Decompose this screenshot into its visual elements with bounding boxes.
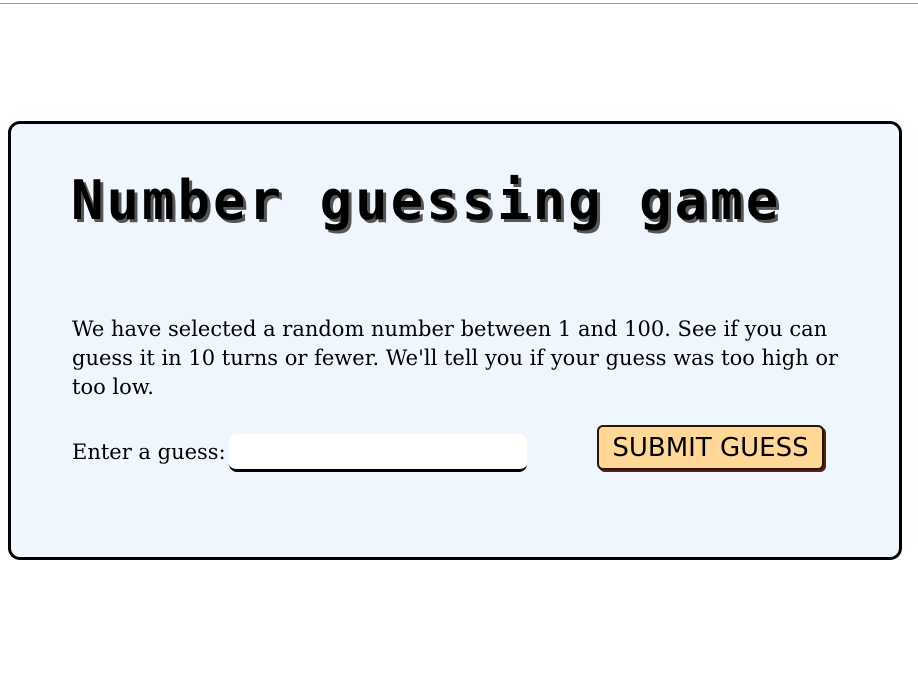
top-divider: [0, 3, 918, 4]
game-card: Number guessing game We have selected a …: [8, 121, 902, 560]
guess-label: Enter a guess:: [72, 440, 226, 464]
guess-input[interactable]: [229, 434, 527, 472]
game-description: We have selected a random number between…: [72, 317, 839, 399]
submit-guess-button[interactable]: SUBMIT GUESS: [597, 425, 824, 470]
page-title: Number guessing game: [71, 169, 782, 232]
